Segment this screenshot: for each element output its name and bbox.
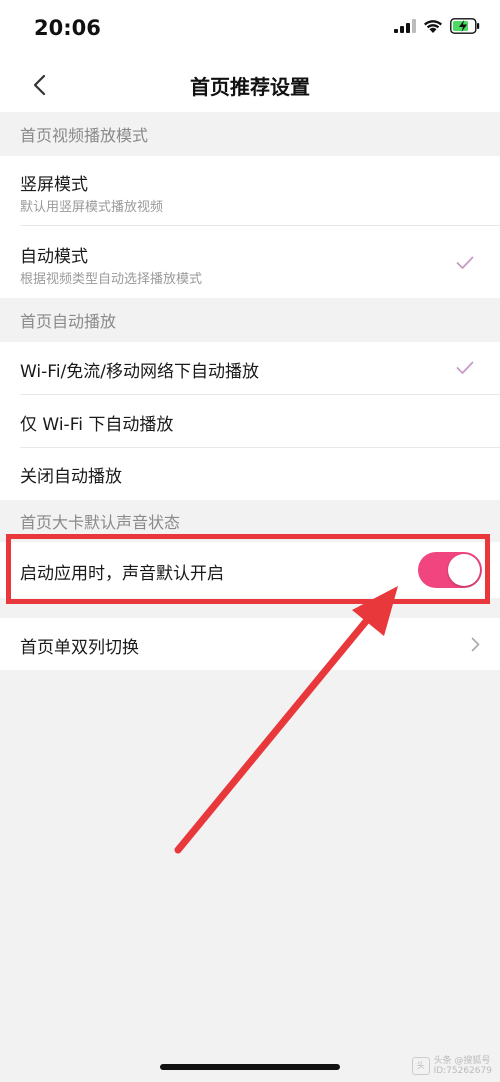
option-title: 关闭自动播放 <box>20 467 122 487</box>
section-header-video-mode: 首页视频播放模式 <box>0 112 500 156</box>
option-auto-mode[interactable]: 自动模式 根据视频类型自动选择播放模式 <box>0 226 500 298</box>
status-time: 20:06 <box>34 16 101 40</box>
check-icon <box>456 361 474 374</box>
section-header-autoplay: 首页自动播放 <box>0 298 500 342</box>
check-icon <box>456 256 474 269</box>
layout-switch-row[interactable]: 首页单双列切换 <box>0 618 500 670</box>
toggle-knob <box>448 554 480 586</box>
page-title: 首页推荐设置 <box>190 75 310 99</box>
sound-default-row: 启动应用时，声音默认开启 <box>0 542 500 598</box>
option-title: Wi-Fi/免流/移动网络下自动播放 <box>20 362 260 382</box>
section-header-sound: 首页大卡默认声音状态 <box>0 500 500 542</box>
watermark-text: 头条 @搜狐号 ID:75262679 <box>434 1056 492 1076</box>
home-indicator <box>160 1064 340 1070</box>
chevron-right-icon <box>471 637 480 652</box>
option-title: 仅 Wi-Fi 下自动播放 <box>20 415 174 435</box>
nav-bar: 首页推荐设置 <box>0 58 500 112</box>
sound-default-label: 启动应用时，声音默认开启 <box>20 564 224 584</box>
wifi-icon <box>424 19 442 33</box>
status-bar: 20:06 <box>0 0 500 58</box>
layout-switch-label: 首页单双列切换 <box>20 638 139 658</box>
watermark: 头 头条 @搜狐号 ID:75262679 <box>411 1056 492 1076</box>
option-autoplay-all-networks[interactable]: Wi-Fi/免流/移动网络下自动播放 <box>0 342 500 395</box>
watermark-line1: 头条 @搜狐号 <box>433 1056 491 1066</box>
battery-charging-icon <box>450 18 480 34</box>
signal-icon <box>394 19 416 33</box>
status-icons <box>394 18 480 34</box>
watermark-line2: ID:75262679 <box>433 1066 492 1076</box>
option-subtitle: 根据视频类型自动选择播放模式 <box>20 272 203 287</box>
watermark-logo-icon: 头 <box>411 1057 430 1075</box>
option-title: 竖屏模式 <box>20 175 88 195</box>
option-portrait-mode[interactable]: 竖屏模式 默认用竖屏模式播放视频 <box>0 156 500 226</box>
option-title: 自动模式 <box>20 247 88 267</box>
option-autoplay-off[interactable]: 关闭自动播放 <box>0 448 500 500</box>
option-subtitle: 默认用竖屏模式播放视频 <box>20 200 164 215</box>
option-autoplay-wifi-only[interactable]: 仅 Wi-Fi 下自动播放 <box>0 395 500 448</box>
sound-default-toggle[interactable] <box>418 552 482 588</box>
